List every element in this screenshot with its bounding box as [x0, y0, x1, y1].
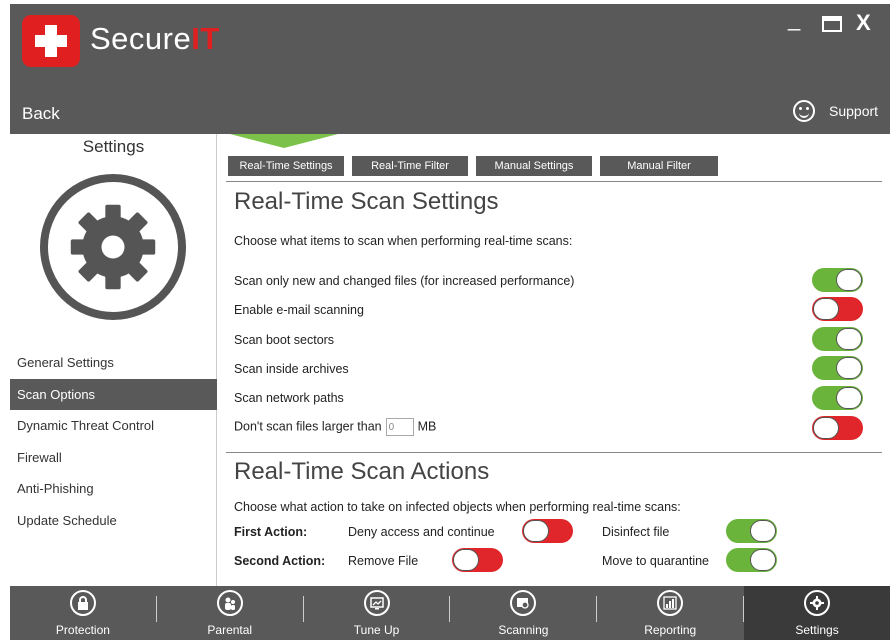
back-button[interactable]: Back [22, 104, 60, 124]
support-label: Support [829, 103, 879, 119]
nav-label: Scanning [498, 623, 549, 637]
first-action-label: First Action: [234, 525, 308, 539]
settings-gear-icon [40, 174, 186, 320]
nav-label: Protection [55, 623, 110, 637]
gear-icon [804, 590, 831, 616]
sidebar-title: Settings [82, 137, 145, 156]
tab-manual-filter[interactable]: Manual Filter [600, 156, 718, 176]
app-brand: SecureIT [90, 21, 220, 56]
lock-icon [69, 590, 96, 616]
nav-label: Tune Up [353, 623, 400, 637]
setting-label: Scan network paths [234, 391, 344, 405]
support-button[interactable]: Support [793, 100, 878, 122]
setting-label: Enable e-mail scanning [234, 303, 364, 317]
quarantine-toggle[interactable] [726, 548, 777, 572]
file-size-row: Don't scan files larger than MB [234, 418, 436, 436]
nav-settings[interactable]: Settings [744, 586, 890, 640]
sidebar-item-dynamic-threat-control[interactable]: Dynamic Threat Control [10, 410, 217, 442]
divider [226, 452, 882, 453]
scan-settings-description: Choose what items to scan when performin… [234, 234, 573, 248]
sidebar: Settings General Settings Scan Options D… [10, 134, 217, 586]
bottom-nav: Protection Parental Tune Up Scanning Rep… [10, 586, 890, 640]
nav-reporting[interactable]: Reporting [597, 586, 743, 640]
second-action-toggle[interactable] [452, 548, 503, 572]
divider [226, 181, 882, 182]
maximize-button[interactable] [822, 16, 842, 32]
tab-real-time-settings[interactable]: Real-Time Settings [228, 156, 344, 176]
nav-scanning[interactable]: Scanning [450, 586, 596, 640]
file-size-label: Don't scan files larger than [234, 419, 382, 434]
smiley-icon [793, 100, 815, 122]
setting-label: Scan inside archives [234, 362, 349, 376]
disinfect-toggle[interactable] [726, 519, 777, 543]
scanning-icon [510, 590, 537, 616]
main-content: Real-Time Settings Real-Time Filter Manu… [218, 134, 890, 586]
tab-manual-settings[interactable]: Manual Settings [476, 156, 592, 176]
minimize-button[interactable]: _ [788, 6, 800, 32]
parental-icon [216, 590, 243, 616]
nav-protection[interactable]: Protection [10, 586, 156, 640]
setting-label: Scan boot sectors [234, 333, 335, 347]
boot-sectors-toggle[interactable] [812, 327, 863, 351]
reporting-icon [657, 590, 684, 616]
nav-label: Reporting [644, 623, 697, 637]
file-size-input[interactable] [385, 418, 414, 436]
file-size-unit: MB [417, 419, 437, 434]
title-bar: SecureIT _ X Back Support [10, 4, 890, 134]
disinfect-label: Disinfect file [602, 525, 670, 539]
second-action-label: Second Action: [234, 554, 326, 568]
logo-cross-icon [22, 15, 80, 67]
tab-real-time-filter[interactable]: Real-Time Filter [352, 156, 468, 176]
sidebar-item-firewall[interactable]: Firewall [10, 442, 217, 474]
active-section-pointer [230, 134, 338, 148]
first-action-toggle[interactable] [522, 519, 573, 543]
tuneup-icon [363, 590, 390, 616]
quarantine-label: Move to quarantine [602, 554, 710, 568]
nav-tune-up[interactable]: Tune Up [304, 586, 450, 640]
nav-parental[interactable]: Parental [157, 586, 303, 640]
sidebar-item-general-settings[interactable]: General Settings [10, 347, 217, 379]
scan-actions-description: Choose what action to take on infected o… [234, 500, 681, 514]
close-button[interactable]: X [856, 10, 871, 36]
email-scanning-toggle[interactable] [812, 297, 863, 321]
setting-label: Scan only new and changed files (for inc… [234, 274, 575, 288]
sidebar-item-anti-phishing[interactable]: Anti-Phishing [10, 473, 217, 505]
network-paths-toggle[interactable] [812, 386, 863, 410]
sidebar-item-scan-options[interactable]: Scan Options [10, 378, 217, 410]
nav-label: Settings [795, 623, 839, 637]
sidebar-item-update-schedule[interactable]: Update Schedule [10, 505, 217, 537]
first-action-value: Deny access and continue [348, 525, 495, 539]
file-size-limit-toggle[interactable] [812, 416, 863, 440]
scan-settings-title: Real-Time Scan Settings [234, 188, 499, 215]
tab-bar: Real-Time Settings Real-Time Filter Manu… [228, 156, 718, 176]
scan-actions-title: Real-Time Scan Actions [234, 458, 490, 485]
archives-toggle[interactable] [812, 356, 863, 380]
second-action-value: Remove File [348, 554, 419, 568]
nav-label: Parental [207, 623, 253, 637]
scan-new-changed-toggle[interactable] [812, 268, 863, 292]
